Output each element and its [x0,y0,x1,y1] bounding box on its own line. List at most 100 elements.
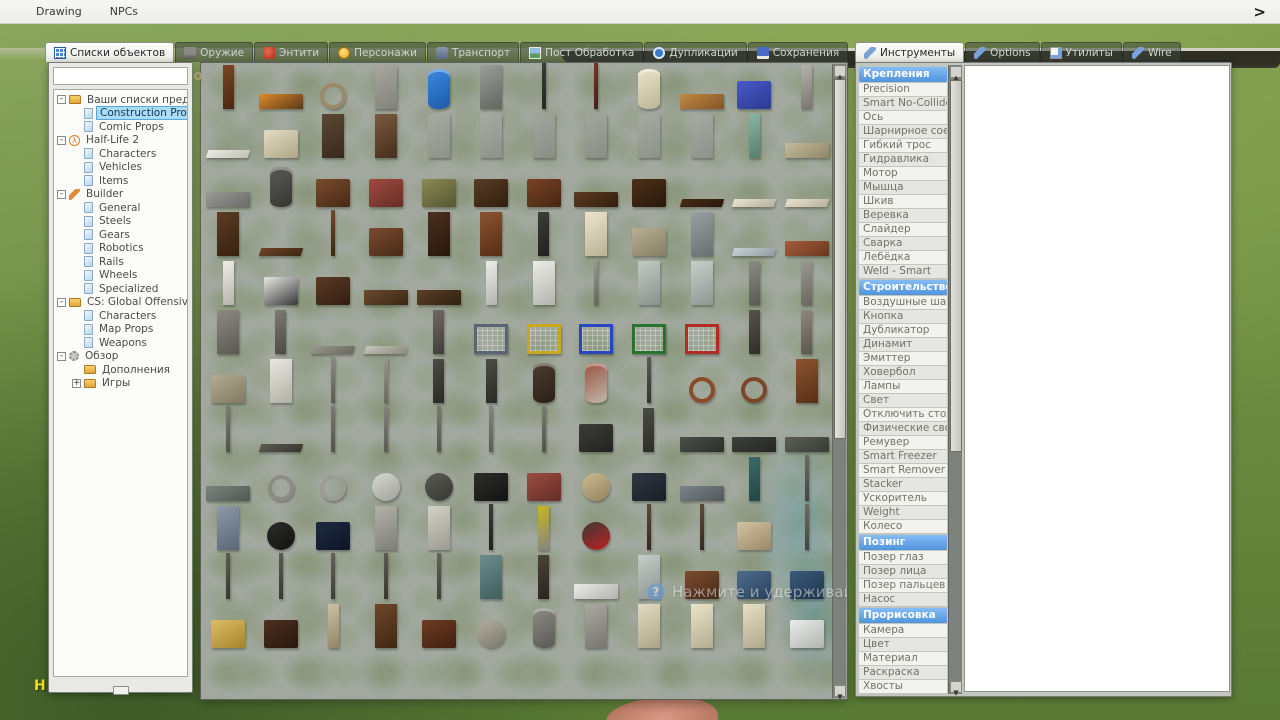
tool-category-header[interactable]: Позинг [859,535,947,550]
prop-dead-tree[interactable] [517,553,570,602]
prop-bed-sheet[interactable] [202,112,255,161]
prop-concrete-cone[interactable] [202,357,255,406]
tool-item[interactable]: Колесо [859,520,947,533]
prop-thin-pole[interactable] [780,504,833,553]
tool-item[interactable]: Smart Freezer [859,450,947,463]
prop-rusty-barrel[interactable] [517,357,570,406]
prop-thin-pole[interactable] [202,406,255,455]
tool-item[interactable]: Гибкий трос [859,139,947,152]
scroll-down-button[interactable] [834,685,846,697]
prop-arrow-sign[interactable] [517,504,570,553]
tool-item[interactable]: Воздушные шары [859,296,947,309]
prop-stove[interactable] [255,259,308,308]
prop-curved-pipe[interactable] [465,357,518,406]
collapse-toggle[interactable]: - [57,136,66,145]
prop-thin-pole[interactable] [780,455,833,504]
prop-counter[interactable] [255,112,308,161]
tab-weapons[interactable]: Оружие [175,42,253,62]
prop-wood-door[interactable] [307,112,360,161]
prop-vent-shutter[interactable] [780,357,833,406]
tool-item[interactable]: Мышца [859,181,947,194]
prop-mattress[interactable] [780,161,833,210]
prop-framed-art[interactable] [465,553,518,602]
prop-radiator[interactable] [570,602,623,651]
prop-dark-prop[interactable] [675,678,728,700]
prop-cage-crate[interactable] [623,308,676,357]
prop-cage-crate[interactable] [465,308,518,357]
search-input[interactable] [54,70,194,82]
prop-thin-pole[interactable] [360,553,413,602]
tool-item[interactable]: Шарнирное соеди... [859,125,947,138]
prop-thin-pole[interactable] [307,553,360,602]
prop-scrap-piece[interactable] [255,406,308,455]
tool-item[interactable]: Лампы [859,380,947,393]
prop-wire-arc[interactable] [255,455,308,504]
prop-thin-panel[interactable] [360,504,413,553]
prop-metal-pole[interactable] [360,357,413,406]
prop-blue-barrel[interactable] [412,63,465,112]
prop-floor-tile[interactable] [623,678,676,700]
prop-armchair[interactable] [202,602,255,651]
tool-item[interactable]: Шкив [859,195,947,208]
tab-npcs[interactable]: Персонажи [329,42,426,62]
tool-item[interactable]: Физические свойс... [859,422,947,435]
prop-cage-crate[interactable] [570,308,623,357]
collapse-toggle[interactable]: - [57,298,66,307]
prop-bomb-shell[interactable] [255,504,308,553]
prop-glass-panel[interactable] [202,504,255,553]
prop-dark-pipe[interactable] [517,63,570,112]
prop-floor-lamp[interactable] [307,602,360,651]
prop-wood-bench[interactable] [675,63,728,112]
menu-item-drawing[interactable]: Drawing [0,0,96,23]
prop-curtain-cabinet[interactable] [465,210,518,259]
tab-saves[interactable]: Сохранения [748,42,848,62]
prop-dark-prop[interactable] [570,678,623,700]
tree-item[interactable]: Construction Props [54,107,187,121]
tool-item[interactable]: Слайдер [859,223,947,236]
prop-grave-cross[interactable] [412,308,465,357]
prop-torch-pole[interactable] [623,504,676,553]
prop-wire-gate[interactable] [675,112,728,161]
tool-item[interactable]: Позер пальцев [859,579,947,592]
tool-item[interactable]: Ускоритель [859,492,947,505]
prop-painted-barrel[interactable] [570,357,623,406]
collapse-toggle[interactable]: - [57,352,66,361]
tool-item[interactable]: Лебёдка [859,251,947,264]
tree-item[interactable]: Vehicles [54,161,187,175]
prop-plaque[interactable] [360,308,413,357]
prop-work-table[interactable] [412,259,465,308]
prop-floor-tile[interactable] [517,678,570,700]
prop-fridge[interactable] [570,210,623,259]
tree-item[interactable]: Rails [54,255,187,269]
tool-item[interactable]: Ремувер [859,436,947,449]
tree-item[interactable]: Дополнения [54,363,187,377]
prop-wire-fence[interactable] [465,112,518,161]
prop-metal-pole[interactable] [307,357,360,406]
tool-item[interactable]: Мотор [859,167,947,180]
prop-stone-figure[interactable] [728,504,781,553]
prop-arch-truss[interactable] [780,406,833,455]
prop-wardrobe[interactable] [465,161,518,210]
tool-item[interactable]: Эмиттер [859,352,947,365]
tree-item[interactable]: -Обзор [54,350,187,364]
tree-item[interactable]: +Игры [54,377,187,391]
prop-red-chest[interactable] [517,455,570,504]
tab-wrench[interactable]: Инструменты [855,42,964,62]
tree-item[interactable]: Gears [54,228,187,242]
tree-item[interactable]: -Ваши списки предметов [54,93,187,107]
prop-gravestone[interactable] [780,259,833,308]
prop-glass-shelf[interactable] [728,210,781,259]
prop-fan-blades[interactable] [412,455,465,504]
prop-tall-cabinet[interactable] [412,210,465,259]
prop-bookshelf[interactable] [360,602,413,651]
prop-metal-ring[interactable] [307,455,360,504]
prop-cage-crate[interactable] [517,308,570,357]
prop-dark-post[interactable] [465,504,518,553]
prop-display-case[interactable] [623,455,676,504]
prop-cage-crate[interactable] [675,308,728,357]
prop-metal-door[interactable] [360,63,413,112]
prop-coffee-table[interactable] [675,161,728,210]
prop-headboard[interactable] [202,210,255,259]
prop-mattress[interactable] [728,161,781,210]
tab-dupes[interactable]: Дупликации [644,42,746,62]
